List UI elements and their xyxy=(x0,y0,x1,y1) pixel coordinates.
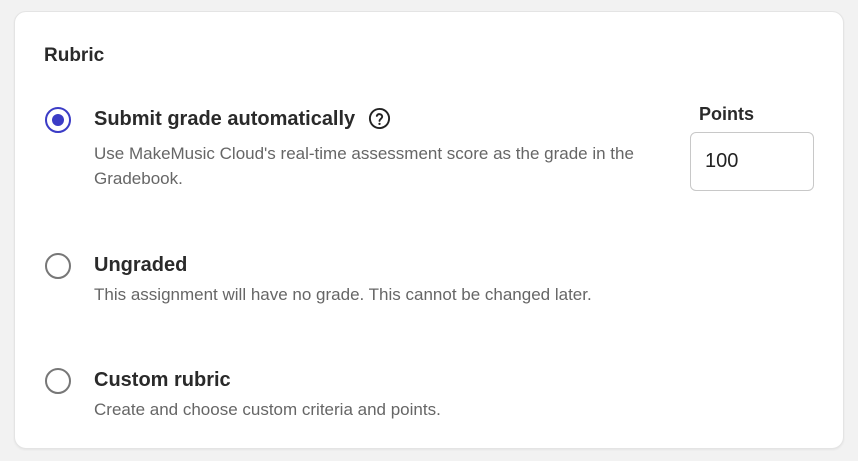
question-circle-icon[interactable] xyxy=(368,107,391,130)
option-description: Use MakeMusic Cloud's real-time assessme… xyxy=(94,144,634,188)
option-description: Create and choose custom criteria and po… xyxy=(94,400,441,419)
option-label: Submit grade automatically xyxy=(94,108,356,130)
rubric-title: Rubric xyxy=(44,45,105,66)
rubric-card: Rubric Submit grade automatically Use Ma… xyxy=(14,11,844,449)
option-label: Custom rubric xyxy=(94,369,231,391)
option-ungraded[interactable]: Ungraded This assignment will have no gr… xyxy=(45,253,665,313)
points-input[interactable] xyxy=(690,132,814,191)
option-custom-rubric[interactable]: Custom rubric Create and choose custom c… xyxy=(45,368,665,428)
points-label: Points xyxy=(699,104,755,124)
radio-ungraded[interactable] xyxy=(45,253,71,279)
radio-submit-grade-automatically[interactable] xyxy=(45,107,71,133)
option-description: This assignment will have no grade. This… xyxy=(94,285,592,304)
radio-selected-dot xyxy=(52,114,64,126)
radio-custom-rubric[interactable] xyxy=(45,368,71,394)
option-label: Ungraded xyxy=(94,254,188,276)
option-submit-grade-automatically[interactable]: Submit grade automatically Use MakeMusic… xyxy=(45,107,665,197)
